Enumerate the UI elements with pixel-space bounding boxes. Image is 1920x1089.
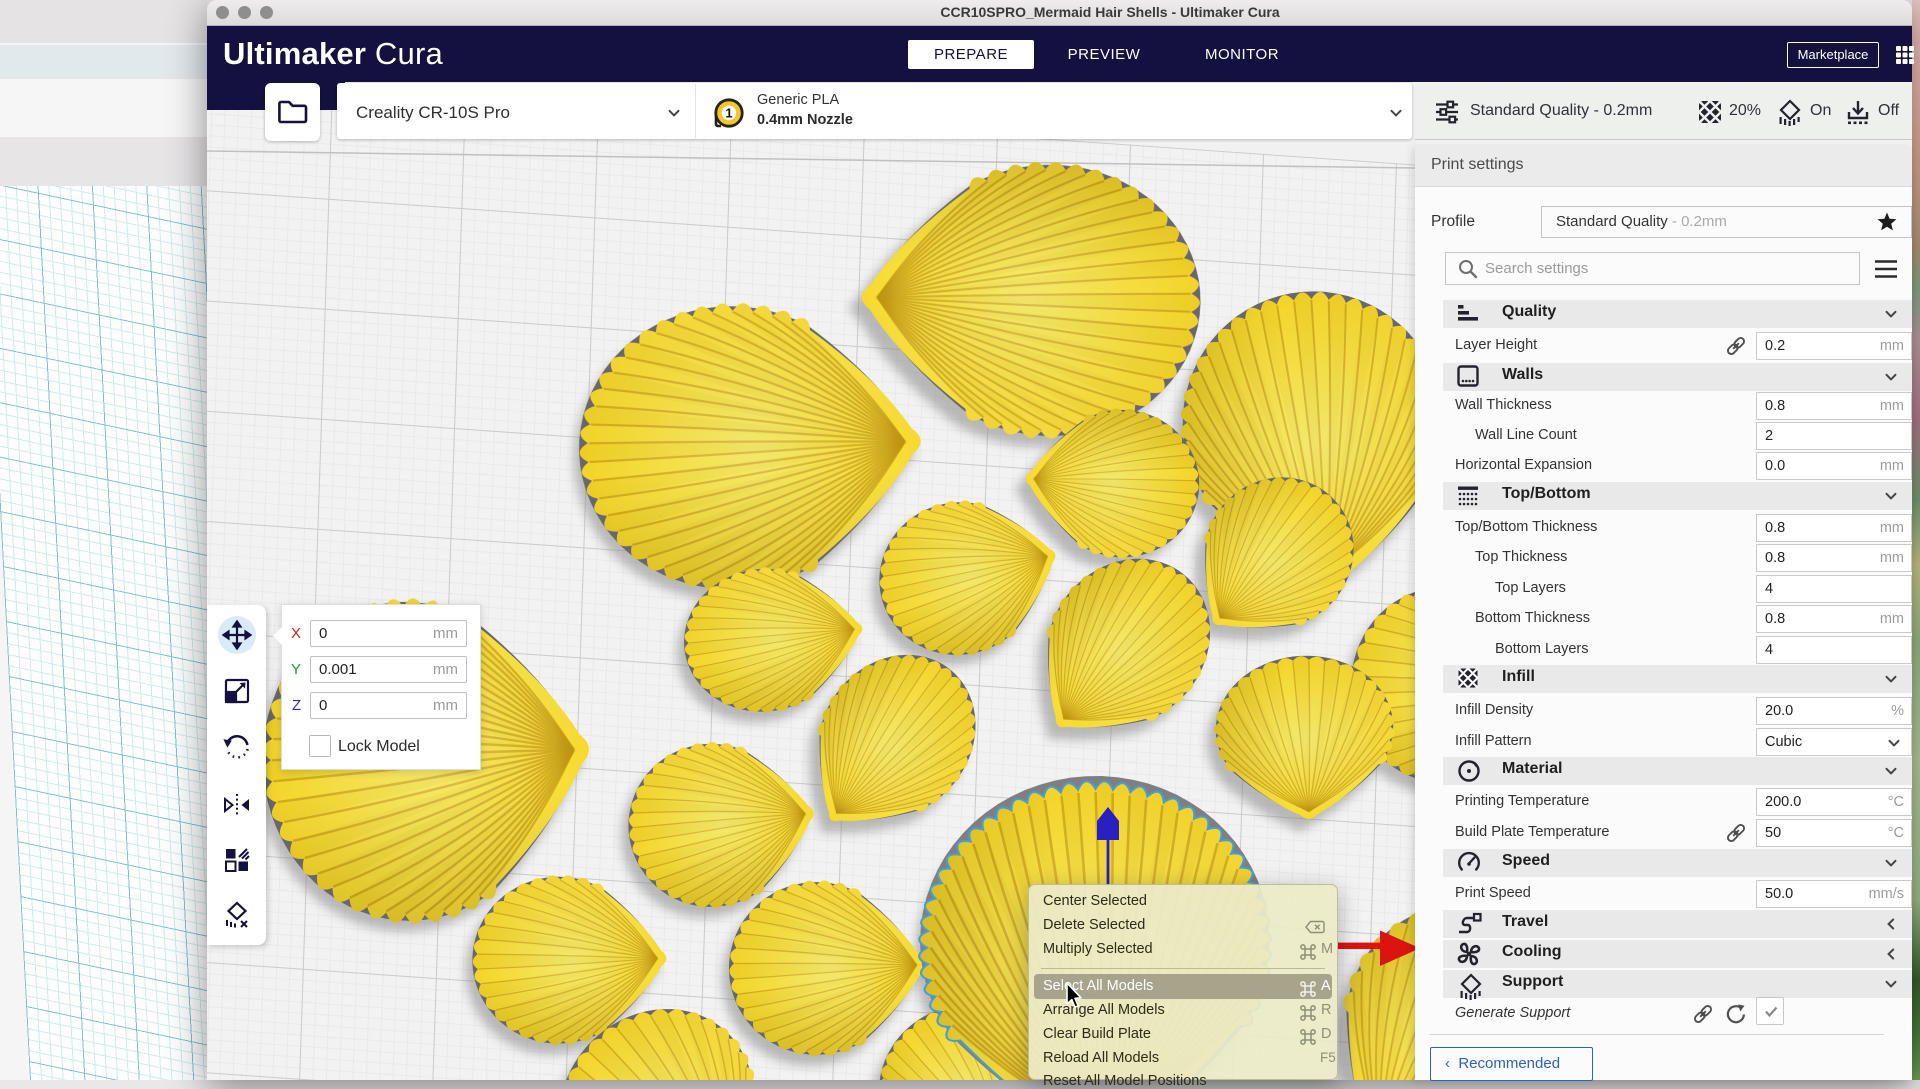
- svg-text:1: 1: [725, 106, 732, 121]
